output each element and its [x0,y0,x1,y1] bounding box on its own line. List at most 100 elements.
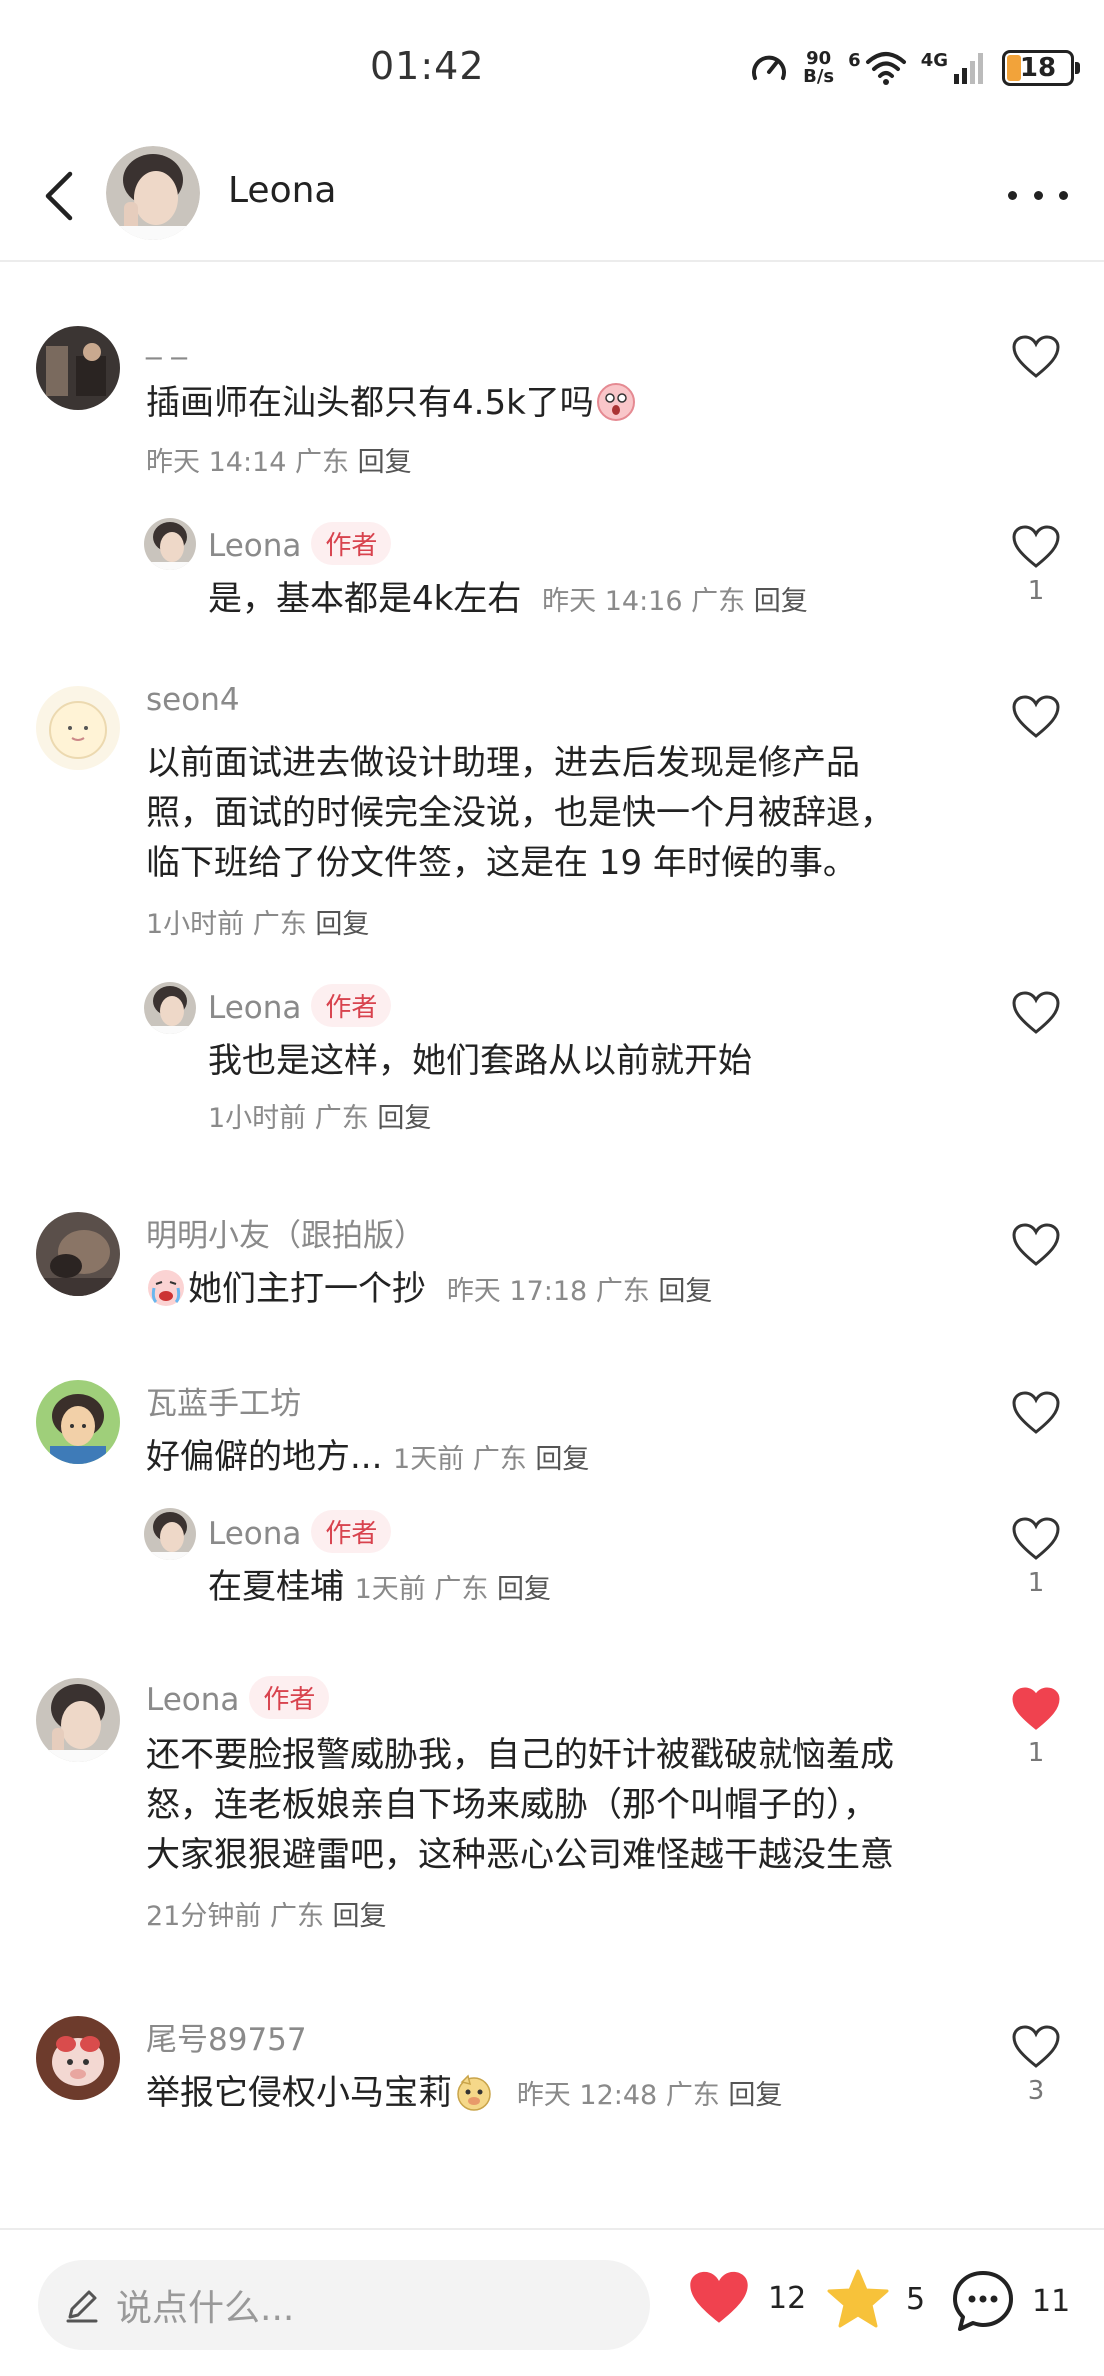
chat-header: Leona [0,130,1104,262]
reply-username[interactable]: Leona [208,990,301,1026]
comment-region: 广东 [314,1103,369,1134]
reply-button[interactable]: 回复 [754,586,808,617]
avatar[interactable] [36,686,120,770]
status-time: 01:42 [370,44,485,88]
comment-meta: 1天前 广东 回复 [346,1574,551,1605]
like-button[interactable] [1004,334,1068,380]
comment-time: 昨天 14:16 [542,586,683,617]
comment-time: 1天前 [354,1574,426,1605]
comment-username[interactable]: 瓦蓝手工坊 [146,1378,301,1423]
like-total: 12 [768,2280,807,2316]
comment-region: 广东 [295,447,349,478]
pony-emoji-icon [457,2074,491,2111]
comment-list: _ _ 插画师在汕头都只有4.5k了吗 昨天 14:14 广东 回复 Leona… [0,264,1104,2224]
reply-button[interactable]: 回复 [728,2080,782,2111]
comment-time: 1小时前 [146,909,245,940]
comment-input[interactable]: 说点什么... [38,2260,650,2350]
wifi-icon [865,52,906,85]
avatar[interactable] [144,518,196,570]
like-button[interactable] [1004,1222,1068,1268]
comment-username[interactable]: seon4 [146,682,240,718]
comment-body-line: 临下班给了份文件签，这是在 19 年时候的事。 [146,843,857,883]
reply-button[interactable]: 回复 [333,1901,387,1932]
avatar[interactable] [36,1380,120,1464]
reply-button[interactable]: 回复 [358,447,412,478]
avatar[interactable] [106,146,200,240]
comment-region: 广东 [665,2080,720,2111]
battery-icon: 18 [1002,50,1080,86]
comment-bubble-icon [953,2271,1013,2331]
pencil-icon [66,2290,98,2323]
comment-region: 广东 [252,909,307,940]
reply-button[interactable]: 回复 [377,1103,431,1134]
net-speed-unit: B/s [803,66,835,87]
comment-body-line: 以前面试进去做设计助理，进去后发现是修产品 [146,743,860,783]
more-options-button[interactable] [1008,170,1068,220]
comment-time: 1天前 [393,1444,465,1475]
net-speed: 90 B/s [803,50,834,86]
reply-username[interactable]: Leona [208,1516,301,1552]
comment-username[interactable]: 尾号89757 [146,2014,307,2059]
like-button[interactable]: 3 [1004,2024,1068,2106]
comment-username[interactable]: Leona 作者 [146,1676,330,1719]
battery-level: 18 [1019,53,1057,83]
comment-body-line: 照，面试的时候完全没说，也是快一个月被辞退， [146,793,894,833]
comment-text: 好偏僻的地方... 1天前 广东 回复 [146,1432,589,1485]
avatar[interactable] [144,982,196,1034]
comment-body-line: 还不要脸报警威胁我，自己的奸计被戳破就恼羞成 [146,1735,894,1775]
author-badge: 作者 [311,984,392,1027]
chevron-left-icon [45,171,73,221]
author-badge: 作者 [311,1510,392,1553]
comment-text: 在夏桂埔 1天前 广东 回复 [208,1562,551,1615]
comment-body: 插画师在汕头都只有4.5k了吗 [146,383,594,423]
like-button[interactable] [1004,694,1068,740]
reply-username[interactable]: Leona [208,528,301,564]
dot-icon [1033,190,1043,200]
avatar[interactable] [36,326,120,410]
avatar[interactable] [36,1212,120,1296]
reply-body: 在夏桂埔 [208,1567,344,1607]
comment-username[interactable]: 明明小友（跟拍版） [146,1210,425,1255]
crying-emoji-icon [148,1270,184,1306]
comment-action[interactable]: 11 [950,2268,1070,2334]
like-action[interactable]: 12 [686,2268,806,2328]
bottom-action-bar: 说点什么... 12 5 11 [0,2228,1104,2376]
comment-text: 是，基本都是4k左右 昨天 14:16 广东 回复 [208,574,808,627]
like-button[interactable]: 1 [1004,1516,1068,1598]
comment-body: 举报它侵权小马宝莉 [146,2073,452,2113]
comment-region: 广东 [434,1574,489,1605]
comment-username[interactable]: Leona 作者 [208,984,392,1027]
reply-button[interactable]: 回复 [658,1276,712,1307]
comment-meta: 21分钟前 广东 回复 [146,1894,387,1933]
heart-outline-icon [1012,525,1060,568]
favorite-action[interactable]: 5 [826,2268,925,2330]
comment-username-text[interactable]: Leona [146,1682,239,1718]
avatar[interactable] [36,2016,120,2100]
comment-username[interactable]: _ _ [146,324,187,360]
comment-text: 以前面试进去做设计助理，进去后发现是修产品 照，面试的时候完全没说，也是快一个月… [146,738,894,888]
like-button[interactable] [1004,990,1068,1036]
status-icons: 90 B/s 6 4G 18 [749,44,1080,92]
avatar[interactable] [36,1678,120,1762]
comment-meta: 1天前 广东 回复 [384,1444,589,1475]
heart-filled-icon [1012,1687,1060,1730]
reply-button[interactable]: 回复 [535,1444,589,1475]
avatar[interactable] [144,1508,196,1560]
reply-button[interactable]: 回复 [497,1574,551,1605]
back-button[interactable] [30,166,90,226]
status-bar: 01:42 90 B/s 6 4G 18 [0,0,1104,130]
heart-outline-icon [1012,1391,1060,1434]
comment-meta: 1小时前 广东 回复 [208,1096,431,1135]
comment-username[interactable]: Leona 作者 [208,1510,392,1553]
like-button[interactable]: 1 [1004,1686,1068,1768]
wifi-label: 6 [848,49,861,71]
reply-button[interactable]: 回复 [315,909,369,940]
heart-outline-icon [1012,1223,1060,1266]
like-button[interactable] [1004,1390,1068,1436]
comment-time: 昨天 14:14 [146,447,287,478]
cellular-label: 4G [920,49,948,71]
like-button[interactable]: 1 [1004,524,1068,606]
comment-region: 广东 [472,1444,527,1475]
speedometer-icon [752,55,787,80]
comment-username[interactable]: Leona 作者 [208,522,392,565]
